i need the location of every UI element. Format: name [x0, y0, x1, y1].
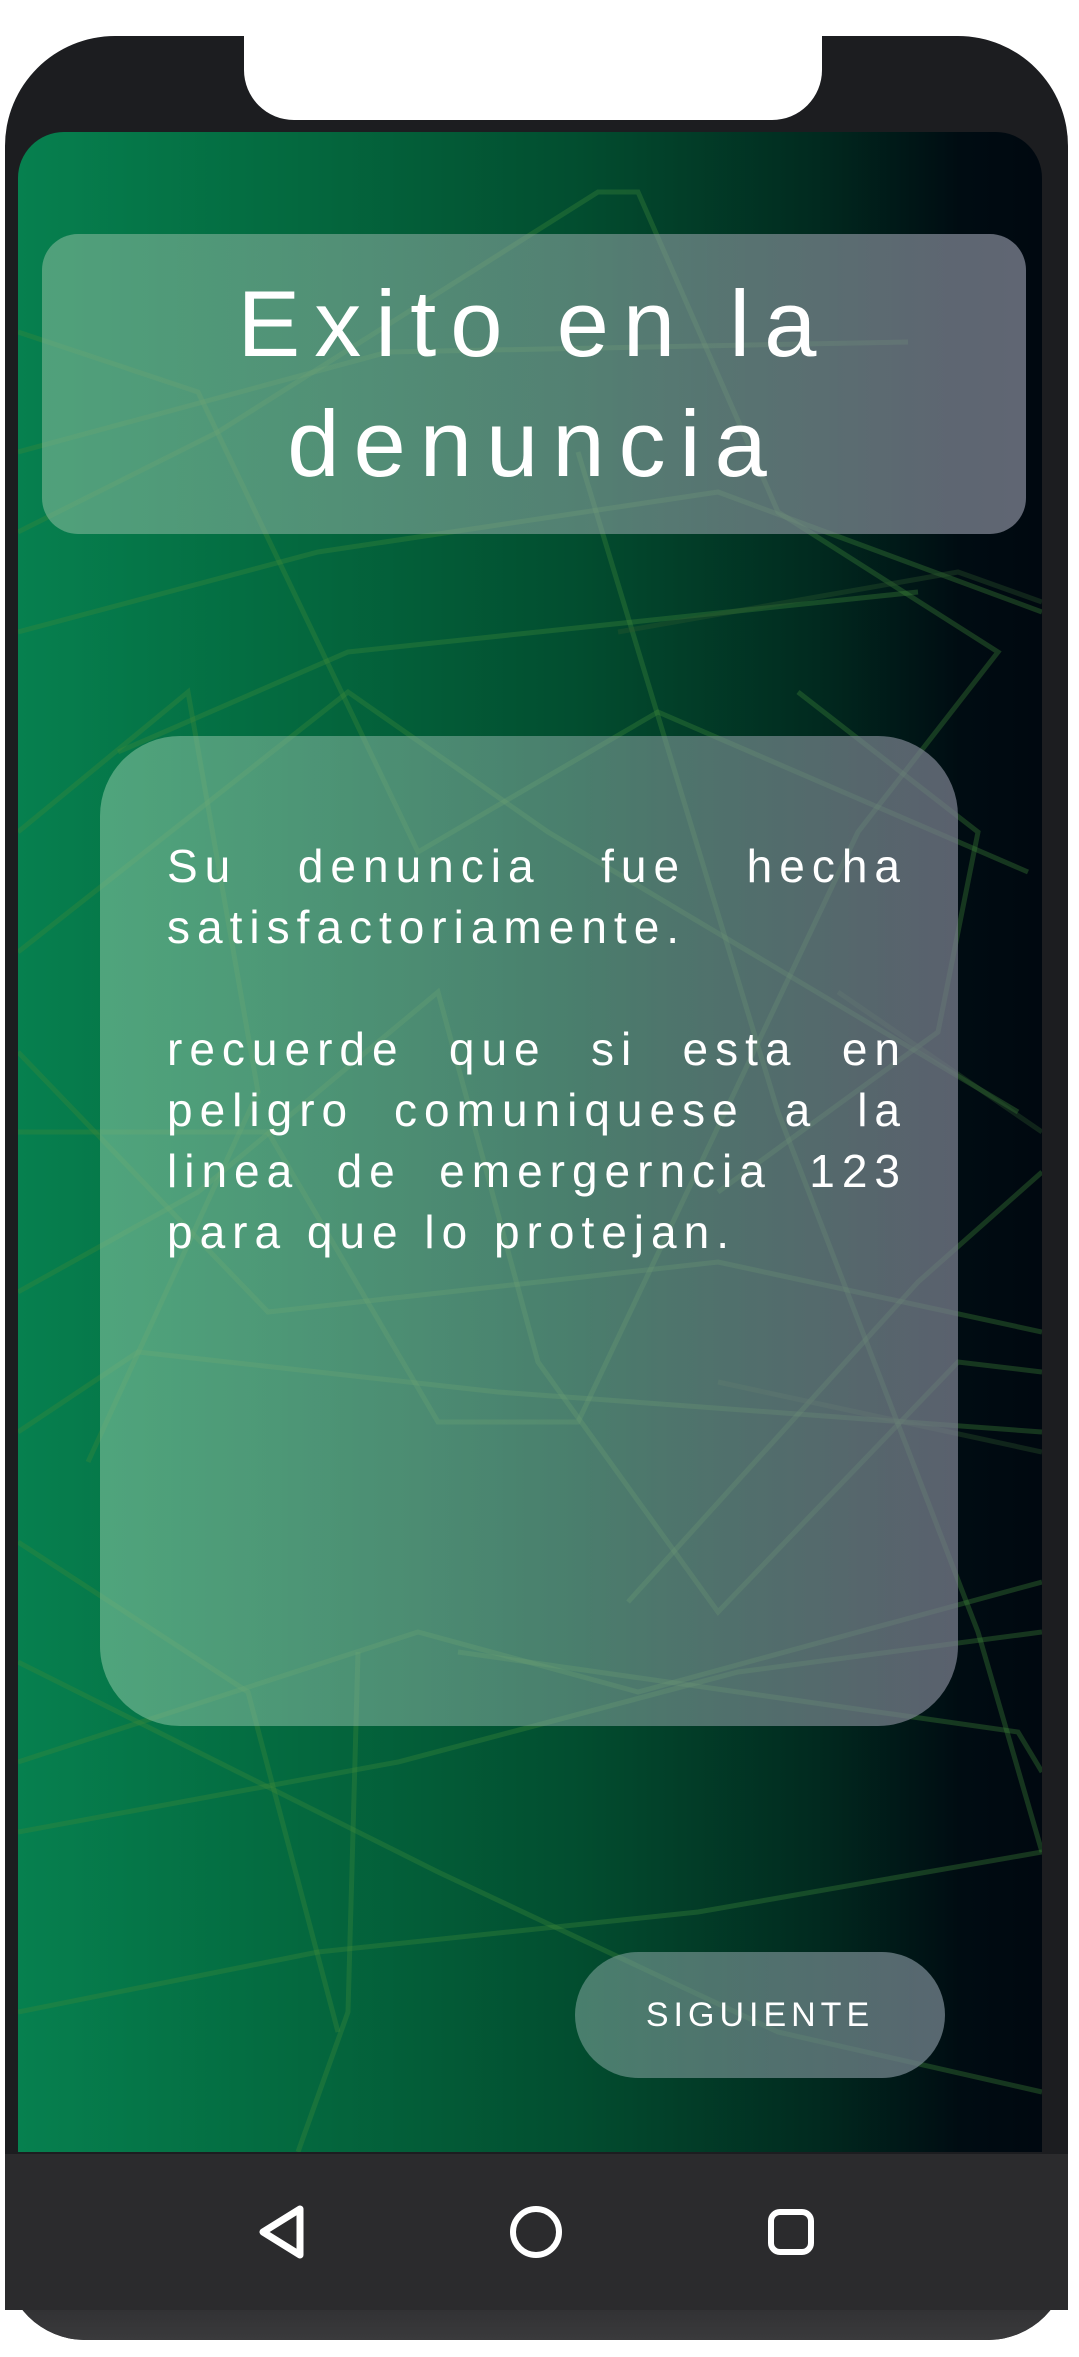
app-screen: Exito en la denuncia Su denuncia fue hec…: [18, 132, 1042, 2152]
message-body: Su denuncia fue hecha satisfactoriamente…: [167, 836, 907, 1324]
emergency-message: recuerde que si esta en peligro comuniqu…: [167, 1023, 907, 1258]
square-recents-icon: [767, 2209, 814, 2255]
message-card: Su denuncia fue hecha satisfactoriamente…: [100, 736, 958, 1726]
phone-notch: [244, 28, 822, 120]
nav-home-button[interactable]: [501, 2197, 571, 2267]
triangle-back-icon: [259, 2205, 304, 2259]
android-nav-bar: [5, 2154, 1068, 2310]
title-card: Exito en la denuncia: [42, 234, 1026, 534]
next-button[interactable]: SIGUIENTE: [575, 1952, 945, 2078]
page-title: Exito en la denuncia: [237, 271, 831, 496]
circle-home-icon: [510, 2206, 563, 2258]
nav-recents-button[interactable]: [756, 2197, 826, 2267]
success-message: Su denuncia fue hecha satisfactoriamente…: [167, 840, 907, 953]
nav-back-button[interactable]: [247, 2197, 317, 2267]
